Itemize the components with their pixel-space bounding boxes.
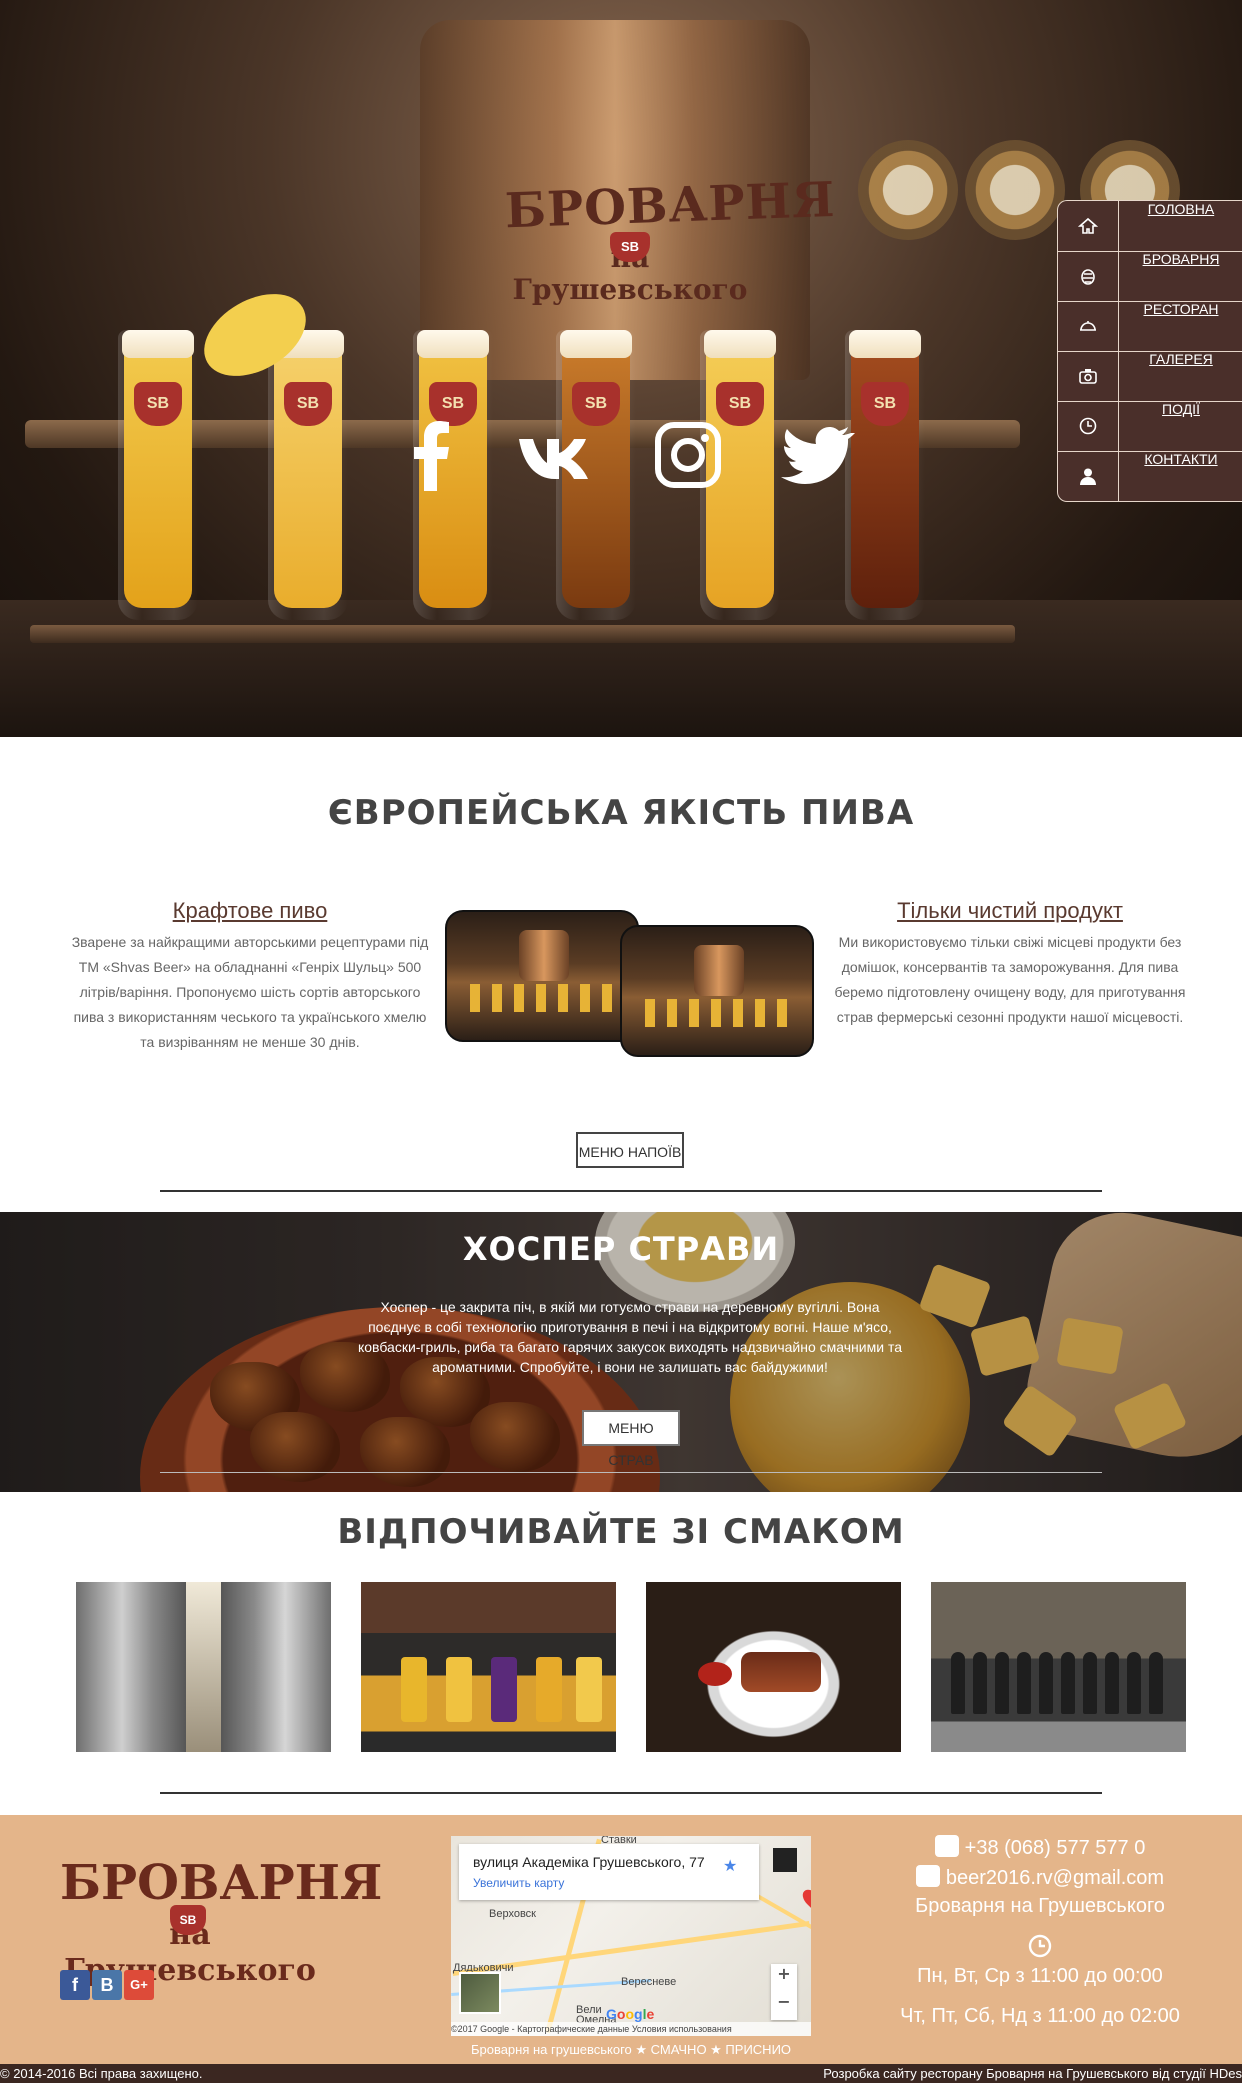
copyright: © 2014-2016 Всі права захищено. bbox=[0, 2066, 203, 2081]
nav-item-gallery[interactable]: ГАЛЕРЕЯ bbox=[1058, 351, 1242, 402]
clock-icon bbox=[880, 1933, 1200, 1965]
beer-glass: SB bbox=[118, 330, 198, 620]
brand-logo[interactable]: БРОВАРНЯ на Грушевського SB bbox=[504, 172, 836, 306]
nav-item-restaurant[interactable]: РЕСТОРАН bbox=[1058, 301, 1242, 352]
facebook-icon[interactable] bbox=[393, 415, 473, 495]
map-legal: ©2017 Google - Картографические данные У… bbox=[451, 2022, 811, 2036]
divider bbox=[160, 1792, 1102, 1794]
phone-icon bbox=[934, 1835, 959, 1857]
fullscreen-icon[interactable] bbox=[773, 1848, 797, 1872]
drinks-menu-button[interactable]: МЕНЮ НАПОЇВ bbox=[576, 1132, 684, 1168]
footer-email[interactable]: beer2016.rv@gmail.com bbox=[880, 1865, 1200, 1890]
dish-icon bbox=[1058, 301, 1119, 351]
section-title-relax: ВІДПОЧИВАЙТЕ ЗІ СМАКОМ bbox=[337, 1512, 905, 1552]
craft-beer-text: Зварене за найкращими авторськими рецепт… bbox=[71, 934, 429, 1050]
footer-phone[interactable]: +38 (068) 577 577 0 bbox=[880, 1835, 1200, 1860]
studio-credit-link[interactable]: Розробка сайту ресторану Броварня на Гру… bbox=[823, 2064, 1242, 2083]
hero-banner: SB SB SB SB SB SB БРОВАРНЯ на Грушевсько… bbox=[0, 0, 1242, 737]
pure-product-title: Тільки чистий продукт bbox=[897, 898, 1123, 923]
section-title-quality: ЄВРОПЕЙСЬКА ЯКІСТЬ ПИВА bbox=[327, 793, 915, 833]
footer-hours-weekdays: Пн, Вт, Ср з 11:00 до 00:00 bbox=[917, 1965, 1163, 1987]
location-map[interactable]: Ставки Верховск Дядьковичи Вересневе Вел… bbox=[451, 1836, 811, 2036]
bottom-bar: © 2014-2016 Всі права захищено. Розробка… bbox=[0, 2064, 1242, 2083]
enlarge-map-link[interactable]: Увеличить карту bbox=[473, 1876, 564, 1890]
hosper-text: Хоспер - це закрита піч, в якій ми готує… bbox=[357, 1299, 902, 1375]
google-plus-icon[interactable]: G+ bbox=[124, 1970, 154, 2000]
gallery-photo-brewhouse[interactable] bbox=[76, 1582, 331, 1752]
brewery-photo[interactable] bbox=[620, 925, 814, 1057]
location-pin-icon[interactable] bbox=[799, 1886, 811, 1912]
home-icon bbox=[1058, 201, 1119, 251]
main-nav: ГОЛОВНА БРОВАРНЯ РЕСТОРАН ГАЛЕРЕЯ ПОДІЇ … bbox=[1057, 200, 1242, 502]
map-info-card: вулиця Академіка Грушевського, 77 Увелич… bbox=[459, 1844, 759, 1900]
mail-icon bbox=[915, 1865, 940, 1887]
clock-icon bbox=[1058, 401, 1119, 451]
zoom-out-button[interactable]: − bbox=[771, 1992, 797, 2020]
footer-logo[interactable]: БРОВАРНЯ на Грушевського SB bbox=[60, 1855, 382, 1989]
google-logo: Google bbox=[606, 2006, 655, 2022]
brewery-photo[interactable] bbox=[445, 910, 639, 1042]
footer-hours-weekend: Чт, Пт, Сб, Нд з 11:00 до 02:00 bbox=[900, 2005, 1180, 2027]
beer-glass: SB bbox=[845, 330, 925, 620]
beer-glass: SB bbox=[268, 330, 348, 620]
craft-beer-title: Крафтове пиво bbox=[172, 898, 328, 923]
nav-item-contacts[interactable]: КОНТАКТИ bbox=[1058, 451, 1242, 501]
instagram-icon[interactable] bbox=[648, 415, 728, 495]
twitter-icon[interactable] bbox=[775, 415, 855, 495]
facebook-icon[interactable]: f bbox=[60, 1970, 90, 2000]
footer: БРОВАРНЯ на Грушевського SB f B G+ Ставк… bbox=[0, 1815, 1242, 2065]
vk-icon[interactable] bbox=[515, 415, 595, 495]
user-icon bbox=[1058, 451, 1119, 501]
star-icon[interactable]: ★ bbox=[723, 1856, 737, 1875]
camera-icon bbox=[1058, 351, 1119, 401]
divider bbox=[160, 1190, 1102, 1192]
gallery-photo-dish[interactable] bbox=[646, 1582, 901, 1752]
footer-name: Броварня на Грушевського bbox=[915, 1895, 1165, 1917]
nav-item-events[interactable]: ПОДІЇ bbox=[1058, 401, 1242, 452]
nav-item-brewery[interactable]: БРОВАРНЯ bbox=[1058, 251, 1242, 302]
zoom-controls: + − bbox=[771, 1964, 797, 2020]
gallery-photo-team[interactable] bbox=[931, 1582, 1186, 1752]
hop-icon bbox=[1058, 251, 1119, 301]
gallery-photo-beer-glasses[interactable] bbox=[361, 1582, 616, 1752]
pure-product-text: Ми використовуємо тільки свіжі місцеві п… bbox=[834, 934, 1186, 1025]
satellite-toggle[interactable] bbox=[459, 1972, 501, 2014]
food-menu-button[interactable]: МЕНЮ СТРАВ bbox=[582, 1410, 680, 1468]
footer-tagline: Броварня на грушевського ★ СМАЧНО ★ ПРИС… bbox=[470, 2042, 792, 2057]
zoom-in-button[interactable]: + bbox=[771, 1964, 797, 1992]
section-title-hosper: ХОСПЕР СТРАВИ bbox=[462, 1230, 780, 1268]
hosper-banner: ХОСПЕР СТРАВИ Хоспер - це закрита піч, в… bbox=[0, 1212, 1242, 1492]
nav-item-home[interactable]: ГОЛОВНА bbox=[1058, 201, 1242, 252]
vk-icon[interactable]: B bbox=[92, 1970, 122, 2000]
